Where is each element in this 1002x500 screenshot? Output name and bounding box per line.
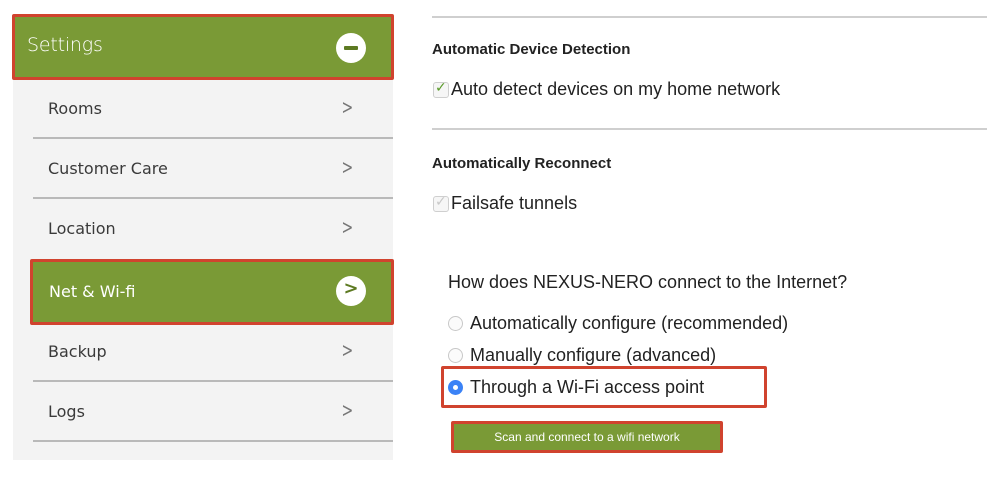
sidebar-item-label: Location [48, 219, 116, 238]
minus-circle-icon[interactable] [336, 33, 366, 63]
device-detection-title: Automatic Device Detection [432, 41, 631, 58]
sidebar-item-label: Backup [48, 342, 107, 361]
sidebar-item-backup[interactable]: Backup > [33, 322, 393, 382]
divider [432, 128, 987, 130]
radio-manual-configure[interactable]: Manually configure (advanced) [448, 345, 716, 366]
minus-glyph [344, 46, 358, 50]
sidebar-item-location[interactable]: Location > [33, 199, 393, 259]
auto-detect-checkbox[interactable]: ✓ [433, 79, 449, 98]
radio-button[interactable] [448, 316, 463, 331]
chevron-right-icon: > [341, 398, 354, 422]
connection-question: How does NEXUS-NERO connect to the Inter… [448, 272, 848, 292]
chevron-right-icon: > [341, 338, 354, 362]
sidebar-item-customer-care[interactable]: Customer Care > [33, 139, 393, 199]
sidebar-item-label: Customer Care [48, 159, 168, 178]
chevron-right-circle-icon: > [336, 276, 366, 306]
auto-detect-checkbox-row[interactable]: ✓ Auto detect devices on my home network [433, 79, 780, 100]
sidebar-item-logs[interactable]: Logs > [33, 382, 393, 442]
sidebar-item-label: Logs [48, 402, 85, 421]
radio-auto-configure[interactable]: Automatically configure (recommended) [448, 313, 788, 334]
failsafe-label: Failsafe tunnels [451, 193, 578, 213]
radio-label: Automatically configure (recommended) [470, 313, 789, 333]
sidebar-item-net-wifi[interactable]: Net & Wi-fi > [30, 259, 394, 325]
scan-wifi-button[interactable]: Scan and connect to a wifi network [451, 421, 723, 453]
settings-title: Settings [27, 34, 103, 56]
failsafe-checkbox-row[interactable]: ✓ Failsafe tunnels [433, 193, 577, 214]
sidebar-item-label: Rooms [48, 99, 102, 118]
sidebar-item-rooms[interactable]: Rooms > [33, 79, 393, 139]
reconnect-title: Automatically Reconnect [432, 155, 612, 172]
divider [33, 440, 393, 442]
chevron-right-icon: > [341, 95, 354, 119]
radio-button-selected[interactable] [448, 380, 463, 395]
auto-detect-label: Auto detect devices on my home network [451, 79, 781, 99]
divider [432, 16, 987, 18]
radio-label: Through a Wi-Fi access point [470, 377, 705, 397]
radio-dot [453, 385, 458, 390]
radio-button[interactable] [448, 348, 463, 363]
chevron-glyph: > [343, 278, 359, 299]
chevron-right-icon: > [341, 155, 354, 179]
checkmark-icon: ✓ [435, 79, 447, 96]
radio-label: Manually configure (advanced) [470, 345, 717, 365]
checkmark-icon: ✓ [435, 193, 447, 210]
failsafe-checkbox[interactable]: ✓ [433, 193, 449, 212]
settings-header[interactable]: Settings [12, 14, 394, 80]
radio-wifi-access-point[interactable]: Through a Wi-Fi access point [448, 377, 704, 398]
chevron-right-icon: > [341, 215, 354, 239]
sidebar-item-label: Net & Wi-fi [49, 282, 136, 301]
